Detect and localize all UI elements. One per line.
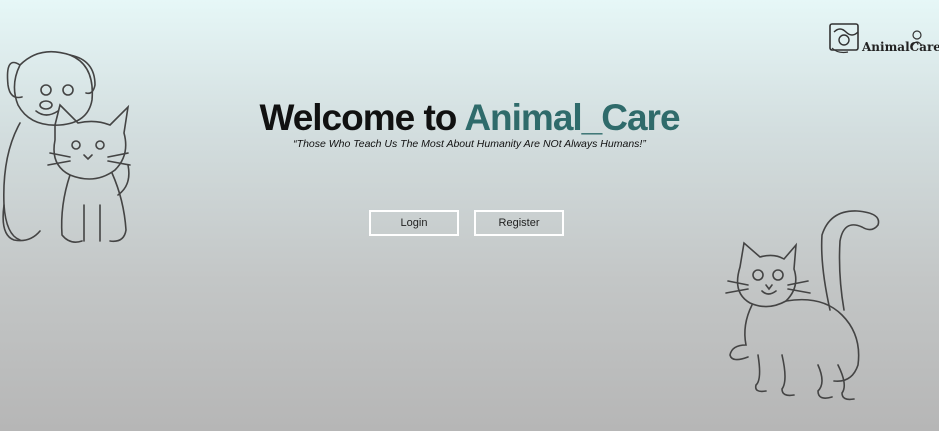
animal-care-logo[interactable]: AnimalCare — [828, 18, 939, 58]
page-title: Welcome to Animal_Care — [0, 96, 939, 140]
hero-section: Welcome to Animal_Care “Those Who Teach … — [0, 96, 939, 150]
logo-mark-icon — [829, 23, 859, 54]
login-button[interactable]: Login — [369, 210, 459, 236]
logo-text: AnimalCare — [862, 40, 939, 54]
title-prefix: Welcome to — [259, 97, 465, 138]
cat-illustration — [725, 210, 880, 401]
title-accent: Animal_Care — [464, 97, 680, 138]
register-button[interactable]: Register — [474, 210, 564, 236]
tagline: “Those Who Teach Us The Most About Human… — [293, 138, 646, 150]
